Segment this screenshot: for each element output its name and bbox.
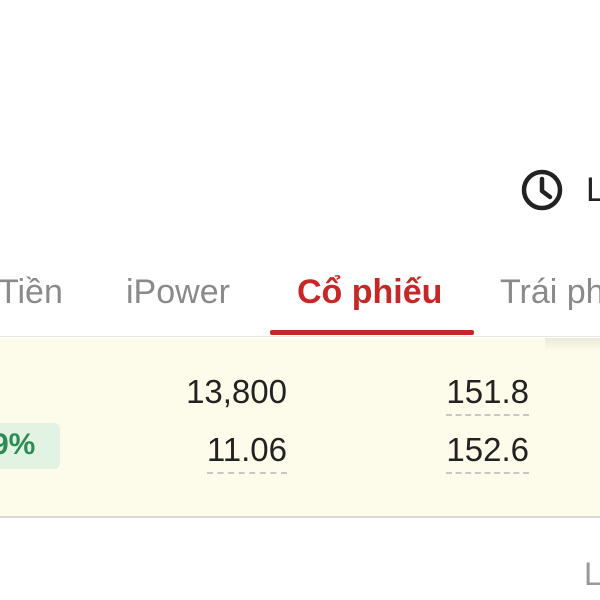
tab-co-phieu[interactable]: Cổ phiếu <box>297 272 442 312</box>
tab-tien[interactable]: Tiền <box>0 272 63 312</box>
tab-trai-phieu[interactable]: Trái ph <box>500 272 600 312</box>
active-tab-indicator <box>270 330 474 335</box>
history-label: L <box>586 171 600 209</box>
value-col1-row2[interactable]: 11.06 <box>206 430 287 474</box>
tab-ipower[interactable]: iPower <box>126 272 230 312</box>
change-percent: 9% <box>0 428 36 461</box>
value-col2-row2[interactable]: 152.6 <box>446 430 529 474</box>
price-value: 13,800 <box>186 373 287 410</box>
scroll-shadow <box>545 338 600 352</box>
clock-icon <box>521 169 563 211</box>
value-col2-row1[interactable]: 151.8 <box>446 372 529 416</box>
history-button[interactable]: L <box>520 168 600 212</box>
asset-tabs: Tiền iPower Cổ phiếu Trái ph <box>0 250 600 337</box>
stock-summary-panel[interactable] <box>0 338 600 518</box>
bottom-text-fragment: L <box>584 556 600 592</box>
